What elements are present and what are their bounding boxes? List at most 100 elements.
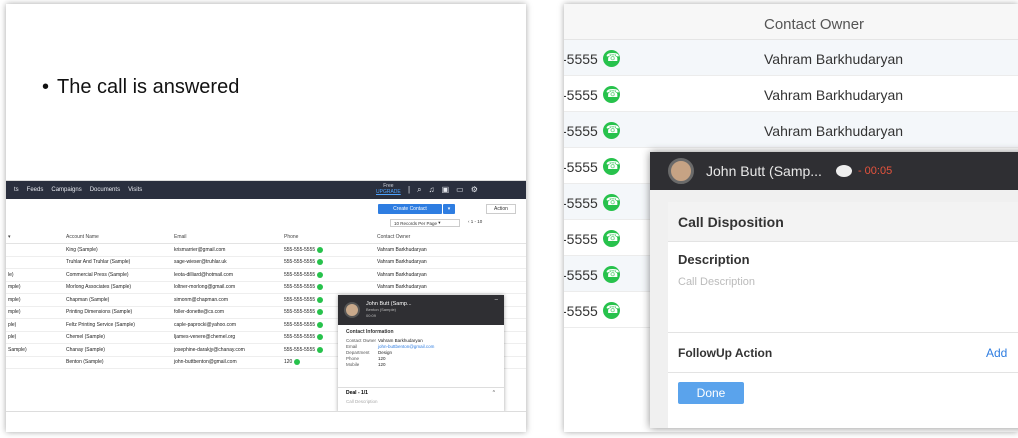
cell-email[interactable]: ljames-venere@chemel.org: [174, 334, 284, 340]
gear-icon[interactable]: ⚙: [471, 185, 478, 195]
cell-email[interactable]: josephine-darakjy@chanay.com: [174, 347, 284, 353]
cell-name[interactable]: mple): [6, 297, 66, 303]
phone-number[interactable]: -5555: [564, 231, 598, 247]
upgrade-link[interactable]: UPGRADE: [376, 189, 401, 195]
nav-item-visits[interactable]: Visits: [128, 187, 142, 193]
cell-account[interactable]: Morlong Associates (Sample): [66, 284, 174, 290]
done-button[interactable]: Done: [678, 382, 744, 404]
deal-section[interactable]: Deal - 1/1 ⌃: [338, 387, 504, 397]
table-row[interactable]: King (Sample) krismarrier@gmail.com 555-55…: [6, 244, 526, 257]
bell-icon[interactable]: ♫: [429, 185, 435, 195]
phone-number[interactable]: 555-555-5555: [284, 272, 315, 278]
call-icon[interactable]: [317, 271, 324, 278]
col-header-account[interactable]: Account Name: [66, 234, 174, 240]
nav-item-feeds[interactable]: Feeds: [27, 187, 44, 193]
table-row[interactable]: -5555 Vahram Barkhudaryan: [564, 112, 1018, 148]
phone-number[interactable]: -5555: [564, 303, 598, 319]
cell-account[interactable]: Chemel (Sample): [66, 334, 174, 340]
phone-number[interactable]: -5555: [564, 267, 598, 283]
phone-number[interactable]: -5555: [564, 123, 598, 139]
search-icon[interactable]: ⌕: [417, 185, 421, 195]
call-icon[interactable]: [602, 86, 620, 103]
call-icon[interactable]: [294, 359, 301, 366]
call-icon[interactable]: [602, 122, 620, 139]
table-row[interactable]: le) Commercial Press (Sample) leota-dillia…: [6, 269, 526, 282]
phone-number[interactable]: -5555: [564, 87, 598, 103]
phone-number[interactable]: 555-555-5555: [284, 309, 315, 315]
upgrade-badge[interactable]: Free UPGRADE: [376, 183, 401, 195]
cell-email[interactable]: sage-wieser@truhlar.uk: [174, 259, 284, 265]
cell-name[interactable]: mple): [6, 309, 66, 315]
cell-email[interactable]: foller-donette@cs.com: [174, 309, 284, 315]
table-row[interactable]: -5555 Vahram Barkhudaryan: [564, 40, 1018, 76]
col-header-owner-zoomed[interactable]: Contact Owner: [764, 16, 864, 33]
cell-account[interactable]: Commercial Press (Sample): [66, 272, 174, 278]
create-contact-dropdown[interactable]: ▾: [443, 204, 455, 214]
call-icon[interactable]: [317, 309, 324, 316]
phone-number[interactable]: -5555: [564, 51, 598, 67]
minimize-icon[interactable]: –: [495, 297, 498, 303]
actions-button[interactable]: Action: [486, 204, 516, 214]
call-icon[interactable]: [317, 259, 324, 266]
add-followup-link[interactable]: Add: [986, 346, 1007, 360]
call-icon[interactable]: [602, 194, 620, 211]
nav-item-ts[interactable]: ts: [14, 187, 19, 193]
cell-account[interactable]: Truhlar And Truhlar (Sample): [66, 259, 174, 265]
phone-number[interactable]: 555-555-5555: [284, 297, 315, 303]
call-icon[interactable]: [317, 284, 324, 291]
cell-email[interactable]: krismarrier@gmail.com: [174, 247, 284, 253]
cell-email[interactable]: caple-paprocki@yahoo.com: [174, 322, 284, 328]
table-row[interactable]: Truhlar And Truhlar (Sample) sage-wieser@…: [6, 257, 526, 269]
phone-number[interactable]: 120: [284, 359, 292, 365]
cell-name[interactable]: ple): [6, 334, 66, 340]
cell-account[interactable]: King (Sample): [66, 247, 174, 253]
cell-name[interactable]: Sample): [6, 347, 66, 353]
cell-email[interactable]: john-buttbenton@gmail.com: [174, 359, 284, 365]
phone-number[interactable]: -5555: [564, 159, 598, 175]
chat-bubble-icon[interactable]: [835, 165, 852, 177]
call-icon[interactable]: [602, 230, 620, 247]
col-header-owner[interactable]: Contact Owner: [377, 234, 497, 240]
call-icon[interactable]: [317, 296, 324, 303]
calendar-icon[interactable]: ▣: [442, 185, 450, 195]
call-icon[interactable]: [602, 302, 620, 319]
phone-number[interactable]: 555-555-5555: [284, 334, 315, 340]
call-icon[interactable]: [602, 266, 620, 283]
description-input[interactable]: Call Description: [678, 276, 755, 288]
cell-name[interactable]: mple): [6, 284, 66, 290]
cell-account[interactable]: Chanay (Sample): [66, 347, 174, 353]
nav-item-campaigns[interactable]: Campaigns: [51, 187, 81, 193]
nav-item-documents[interactable]: Documents: [90, 187, 120, 193]
call-icon[interactable]: [602, 50, 620, 67]
cell-name[interactable]: le): [6, 272, 66, 278]
phone-number[interactable]: 555-555-5555: [284, 247, 315, 253]
create-contact-button[interactable]: Create Contact: [378, 204, 442, 214]
col-header-phone[interactable]: Phone: [284, 234, 377, 240]
cell-email[interactable]: simonm@chapman.com: [174, 297, 284, 303]
col-header-email[interactable]: Email: [174, 234, 284, 240]
table-row[interactable]: -5555 Vahram Barkhudaryan: [564, 76, 1018, 112]
call-description-placeholder[interactable]: Call Description: [346, 399, 378, 404]
phone-number[interactable]: -5555: [564, 195, 598, 211]
phone-number[interactable]: 555-555-5555: [284, 347, 315, 353]
phone-number[interactable]: 555-555-5555: [284, 322, 315, 328]
cell-account[interactable]: Feltz Printing Service (Sample): [66, 322, 174, 328]
cell-name[interactable]: ple): [6, 322, 66, 328]
cell-account[interactable]: Chapman (Sample): [66, 297, 174, 303]
divider-icon: |: [408, 185, 411, 194]
records-per-page-select[interactable]: 10 Records Per Page ▾: [390, 219, 460, 227]
call-icon[interactable]: [602, 158, 620, 175]
phone-number[interactable]: 555-555-5555: [284, 284, 315, 290]
call-icon[interactable]: [317, 334, 324, 341]
call-icon[interactable]: [317, 321, 324, 328]
table-row[interactable]: mple) Morlong Associates (Sample) loltner-…: [6, 282, 526, 294]
cell-account[interactable]: Printing Dimensions (Sample): [66, 309, 174, 315]
col-header-name[interactable]: ▾: [6, 234, 66, 240]
cell-email[interactable]: loltner-morlong@gmail.com: [174, 284, 284, 290]
call-icon[interactable]: [317, 346, 324, 353]
cell-account[interactable]: Benton (Sample): [66, 359, 174, 365]
chat-icon[interactable]: ▭: [456, 185, 464, 195]
cell-email[interactable]: leota-dilliard@hotmail.com: [174, 272, 284, 278]
phone-number[interactable]: 555-555-5555: [284, 259, 315, 265]
call-icon[interactable]: [317, 246, 324, 253]
